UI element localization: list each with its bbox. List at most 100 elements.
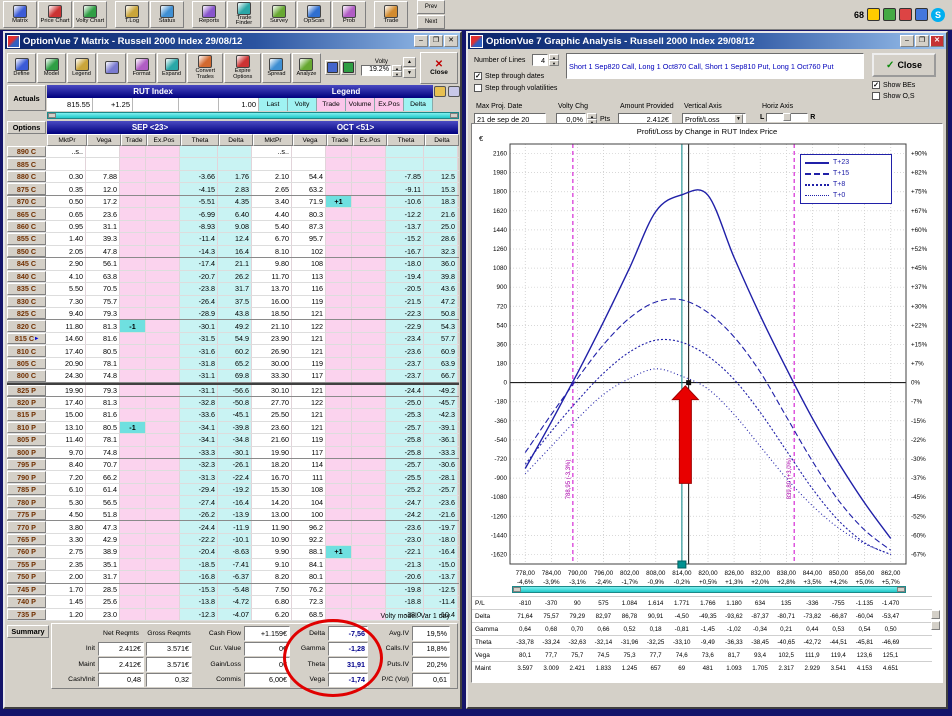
matrix-close-button[interactable]: ✕ Close bbox=[420, 52, 458, 84]
cell-trade[interactable] bbox=[120, 271, 146, 282]
strike-button[interactable]: 820 P bbox=[7, 397, 46, 408]
cell-trade[interactable] bbox=[326, 208, 352, 219]
cell-trade[interactable] bbox=[326, 320, 352, 331]
strike-button[interactable]: 815 P bbox=[7, 409, 46, 420]
strike-button[interactable]: 795 P bbox=[7, 459, 46, 470]
strike-button[interactable]: 830 C bbox=[7, 296, 46, 307]
strike-button[interactable]: 815 C▸ bbox=[7, 333, 46, 344]
cell-trade[interactable] bbox=[326, 183, 352, 194]
cell-trade[interactable] bbox=[120, 333, 146, 344]
options-tab[interactable]: Options bbox=[7, 121, 46, 134]
strike-button[interactable]: 775 P bbox=[7, 509, 46, 520]
cell-trade[interactable] bbox=[120, 208, 146, 219]
stats-side-button-1[interactable] bbox=[931, 610, 940, 619]
cell-trade[interactable] bbox=[326, 496, 352, 507]
toolbar-button-reports[interactable]: Reports bbox=[192, 1, 226, 28]
strike-button[interactable]: 745 P bbox=[7, 584, 46, 595]
cell-trade[interactable]: -1 bbox=[120, 320, 146, 331]
cell-trade[interactable] bbox=[326, 571, 352, 582]
actuals-tab[interactable]: Actuals bbox=[7, 85, 46, 111]
strike-button[interactable]: 820 C bbox=[7, 320, 46, 331]
alert-icon[interactable] bbox=[899, 8, 912, 21]
strike-button[interactable]: 810 P bbox=[7, 422, 46, 433]
step-through-dates-checkbox[interactable]: ✓ bbox=[474, 72, 482, 80]
scroll-left-cap[interactable] bbox=[513, 587, 521, 592]
cell-trade[interactable] bbox=[120, 196, 146, 207]
position-description-input[interactable]: Short 1 Sep820 Call, Long 1 Oct870 Call,… bbox=[566, 53, 864, 79]
strike-button[interactable]: 850 C bbox=[7, 246, 46, 257]
cell-trade[interactable] bbox=[120, 447, 146, 458]
strike-button[interactable]: 785 P bbox=[7, 484, 46, 495]
strike-button[interactable]: 835 C bbox=[7, 283, 46, 294]
toolbar-button-price-chart[interactable]: Price Chart bbox=[38, 1, 72, 28]
lines-down-button[interactable]: ▼ bbox=[549, 60, 559, 66]
restore-button[interactable]: ❐ bbox=[915, 35, 929, 47]
toolbar-button-matrix[interactable]: Matrix bbox=[3, 1, 37, 28]
strike-button[interactable]: 770 P bbox=[7, 521, 46, 532]
cell-trade[interactable] bbox=[326, 283, 352, 294]
strike-button[interactable]: 760 P bbox=[7, 546, 46, 557]
cell-trade[interactable] bbox=[120, 534, 146, 545]
scroll-up-button[interactable]: ▲ bbox=[403, 57, 416, 67]
cell-trade[interactable] bbox=[120, 158, 146, 169]
cell-trade[interactable] bbox=[326, 509, 352, 520]
toolbar-button-trade-finder[interactable]: Trade Finder bbox=[227, 1, 261, 28]
cell-trade[interactable] bbox=[120, 345, 146, 356]
matrix-toolbar-button-spread[interactable]: Spread bbox=[262, 53, 291, 83]
network-icon[interactable] bbox=[883, 8, 896, 21]
strike-button[interactable]: 805 C bbox=[7, 358, 46, 369]
stats-side-button-2[interactable] bbox=[931, 621, 940, 630]
cell-trade[interactable] bbox=[326, 308, 352, 319]
hand-pointer-icon[interactable] bbox=[434, 86, 446, 97]
cell-trade[interactable] bbox=[326, 484, 352, 495]
strike-button[interactable]: 840 C bbox=[7, 271, 46, 282]
strike-button[interactable]: 805 P bbox=[7, 434, 46, 445]
strike-button[interactable]: 880 C bbox=[7, 171, 46, 182]
cell-trade[interactable] bbox=[326, 422, 352, 433]
next-button[interactable]: Next bbox=[417, 15, 445, 29]
cell-trade[interactable] bbox=[326, 158, 352, 169]
oct-expiry-header[interactable]: OCT <51> bbox=[253, 121, 458, 134]
strike-button[interactable]: 860 C bbox=[7, 221, 46, 232]
prev-button[interactable]: Prev bbox=[417, 0, 445, 14]
cell-trade[interactable] bbox=[326, 246, 352, 257]
matrix-toolbar-button-pages-icon[interactable] bbox=[97, 53, 126, 83]
restore-button[interactable]: ❐ bbox=[429, 35, 443, 47]
cell-trade[interactable] bbox=[120, 283, 146, 294]
cell-trade[interactable] bbox=[120, 471, 146, 482]
strike-button[interactable]: 870 C bbox=[7, 196, 46, 207]
cell-trade[interactable] bbox=[326, 434, 352, 445]
strike-button[interactable]: 825 P bbox=[7, 385, 46, 396]
cell-trade[interactable] bbox=[120, 296, 146, 307]
strike-button[interactable]: 890 C bbox=[7, 146, 46, 157]
cell-trade[interactable] bbox=[326, 471, 352, 482]
cell-trade[interactable] bbox=[120, 521, 146, 532]
strike-button[interactable]: 885 C bbox=[7, 158, 46, 169]
matrix-toolbar-button-expand[interactable]: Expand bbox=[157, 53, 186, 83]
cell-trade[interactable] bbox=[326, 397, 352, 408]
cell-trade[interactable] bbox=[326, 221, 352, 232]
matrix-toolbar-button-define[interactable]: Define bbox=[7, 53, 36, 83]
scroll-right-cap[interactable] bbox=[450, 113, 458, 118]
strike-button[interactable]: 790 P bbox=[7, 471, 46, 482]
strike-button[interactable]: 740 P bbox=[7, 596, 46, 607]
cell-trade[interactable] bbox=[120, 559, 146, 570]
cell-trade[interactable] bbox=[120, 434, 146, 445]
cell-trade[interactable] bbox=[120, 397, 146, 408]
cell-trade[interactable]: +1 bbox=[326, 196, 352, 207]
cell-trade[interactable] bbox=[120, 221, 146, 232]
cell-trade[interactable] bbox=[120, 409, 146, 420]
minimize-button[interactable]: – bbox=[900, 35, 914, 47]
matrix-titlebar[interactable]: OptionVue 7 Matrix - Russell 2000 Index … bbox=[5, 33, 460, 49]
matrix-toolbar-button-model[interactable]: Model bbox=[37, 53, 66, 83]
cell-trade[interactable] bbox=[120, 258, 146, 269]
cell-trade[interactable] bbox=[326, 409, 352, 420]
cell-trade[interactable] bbox=[326, 447, 352, 458]
horiz-axis-slider[interactable] bbox=[766, 113, 808, 122]
strike-button[interactable]: 845 C bbox=[7, 258, 46, 269]
cell-trade[interactable] bbox=[120, 183, 146, 194]
toolbar-button-opscan[interactable]: OpScan bbox=[297, 1, 331, 28]
volty-value[interactable]: 19.2% bbox=[361, 65, 391, 76]
minimize-button[interactable]: – bbox=[414, 35, 428, 47]
toolbar-button-volty-chart[interactable]: Volty Chart bbox=[73, 1, 107, 28]
